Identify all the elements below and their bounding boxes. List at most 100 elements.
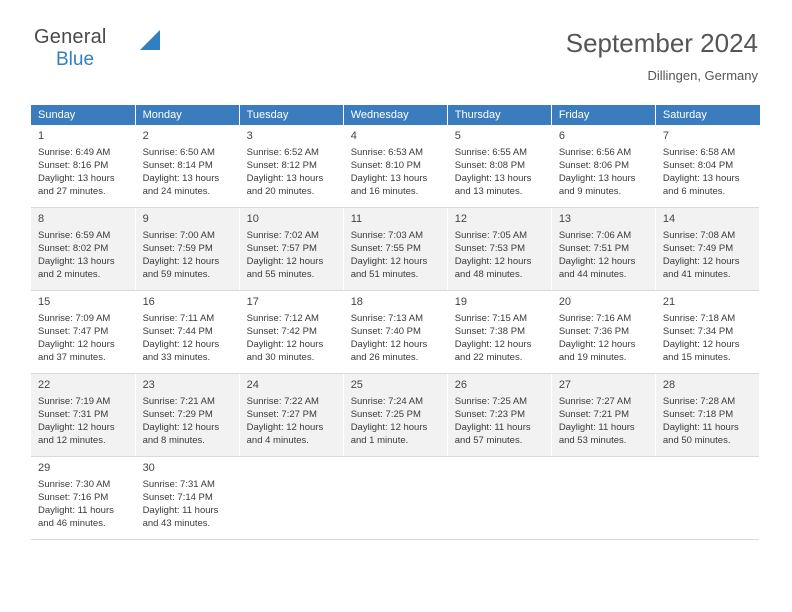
calendar-day-cell[interactable]: 5 Sunrise: 6:55 AM Sunset: 8:08 PM Daylight… xyxy=(447,125,552,207)
day-detail-line: Daylight: 12 hours xyxy=(142,339,220,350)
calendar-day-cell[interactable]: 8 Sunrise: 6:59 AM Sunset: 8:02 PM Daylight… xyxy=(31,208,136,290)
calendar-day-cell[interactable]: 24 Sunrise: 7:22 AM Sunset: 7:27 PM Dayligh… xyxy=(239,374,344,456)
calendar-day-cell[interactable]: 4 Sunrise: 6:53 AM Sunset: 8:10 PM Daylight… xyxy=(343,125,448,207)
day-detail-line: Daylight: 13 hours xyxy=(662,173,740,184)
day-detail-line: Sunset: 8:14 PM xyxy=(142,160,213,171)
day-cell-content: 12 Sunrise: 7:05 AM Sunset: 7:53 PM Dayligh… xyxy=(448,208,551,290)
weekday-header-sunday: Sunday xyxy=(31,105,136,125)
day-cell-content: 29 Sunrise: 7:30 AM Sunset: 7:16 PM Dayligh… xyxy=(31,457,135,539)
calendar-week-row: 15 Sunrise: 7:09 AM Sunset: 7:47 PM Dayligh… xyxy=(31,291,761,373)
day-detail-line: Sunrise: 6:58 AM xyxy=(662,147,736,158)
day-detail-line: Daylight: 11 hours xyxy=(38,505,114,516)
calendar-day-cell[interactable]: 29 Sunrise: 7:30 AM Sunset: 7:16 PM Dayligh… xyxy=(31,457,136,539)
calendar-day-cell[interactable]: 27 Sunrise: 7:27 AM Sunset: 7:21 PM Dayligh… xyxy=(551,374,656,456)
location-label: Dillingen, Germany xyxy=(647,68,758,83)
calendar-body: 1 Sunrise: 6:49 AM Sunset: 8:16 PM Daylight… xyxy=(31,125,761,540)
calendar-day-cell[interactable]: 3 Sunrise: 6:52 AM Sunset: 8:12 PM Daylight… xyxy=(239,125,344,207)
calendar-day-cell[interactable]: 7 Sunrise: 6:58 AM Sunset: 8:04 PM Daylight… xyxy=(655,125,761,207)
day-number: 21 xyxy=(662,296,676,308)
calendar-day-cell[interactable]: 30 Sunrise: 7:31 AM Sunset: 7:14 PM Dayligh… xyxy=(135,457,240,539)
day-cell-content: 18 Sunrise: 7:13 AM Sunset: 7:40 PM Dayligh… xyxy=(344,291,447,373)
day-number: 10 xyxy=(246,213,259,225)
day-detail-line: Sunset: 7:44 PM xyxy=(142,326,213,337)
day-detail-line: Sunset: 8:12 PM xyxy=(246,160,317,171)
calendar-day-cell[interactable]: 23 Sunrise: 7:21 AM Sunset: 7:29 PM Dayligh… xyxy=(135,374,240,456)
page-title: September 2024 xyxy=(565,28,758,58)
page-header: General Blue September 2024 Dillingen, G… xyxy=(34,26,758,96)
calendar-day-cell[interactable]: 9 Sunrise: 7:00 AM Sunset: 7:59 PM Daylight… xyxy=(135,208,240,290)
calendar-day-cell[interactable]: 2 Sunrise: 6:50 AM Sunset: 8:14 PM Daylight… xyxy=(135,125,240,207)
calendar-day-cell[interactable]: 20 Sunrise: 7:16 AM Sunset: 7:36 PM Dayligh… xyxy=(551,291,656,373)
day-detail-line: and 33 minutes. xyxy=(142,352,211,363)
day-cell-content: 27 Sunrise: 7:27 AM Sunset: 7:21 PM Dayligh… xyxy=(552,374,655,456)
calendar-day-cell[interactable]: 25 Sunrise: 7:24 AM Sunset: 7:25 PM Dayligh… xyxy=(343,374,448,456)
day-cell-content: 5 Sunrise: 6:55 AM Sunset: 8:08 PM Daylight… xyxy=(448,125,551,207)
day-detail-line: and 27 minutes. xyxy=(38,186,106,197)
day-number: 15 xyxy=(38,296,51,308)
calendar-day-cell[interactable]: 12 Sunrise: 7:05 AM Sunset: 7:53 PM Dayligh… xyxy=(447,208,552,290)
day-detail-line: Sunset: 7:14 PM xyxy=(142,492,213,503)
day-detail-line: Sunrise: 6:50 AM xyxy=(142,147,215,158)
day-number: 29 xyxy=(38,462,51,474)
day-detail-line: Sunset: 7:27 PM xyxy=(246,409,317,420)
day-number: 22 xyxy=(38,379,51,391)
day-detail-line: Daylight: 11 hours xyxy=(558,422,635,433)
brand-name-general: General xyxy=(34,26,107,48)
day-detail-line: Daylight: 13 hours xyxy=(246,173,324,184)
day-detail-line: and 41 minutes. xyxy=(662,269,731,280)
day-cell-content xyxy=(448,457,551,539)
calendar-day-cell[interactable]: 1 Sunrise: 6:49 AM Sunset: 8:16 PM Daylight… xyxy=(31,125,136,207)
day-detail-line: Sunset: 7:18 PM xyxy=(662,409,734,420)
day-detail-line: and 1 minute. xyxy=(350,435,409,446)
day-detail-line: Daylight: 13 hours xyxy=(38,256,115,267)
calendar-day-cell[interactable]: 21 Sunrise: 7:18 AM Sunset: 7:34 PM Dayligh… xyxy=(655,291,761,373)
calendar-day-cell[interactable]: 16 Sunrise: 7:11 AM Sunset: 7:44 PM Dayligh… xyxy=(135,291,240,373)
day-cell-content: 16 Sunrise: 7:11 AM Sunset: 7:44 PM Dayligh… xyxy=(136,291,239,373)
calendar-day-cell[interactable]: 15 Sunrise: 7:09 AM Sunset: 7:47 PM Dayligh… xyxy=(31,291,136,373)
calendar-day-cell[interactable]: 10 Sunrise: 7:02 AM Sunset: 7:57 PM Dayligh… xyxy=(239,208,344,290)
calendar-day-cell[interactable]: 14 Sunrise: 7:08 AM Sunset: 7:49 PM Dayligh… xyxy=(655,208,761,290)
day-cell-content: 19 Sunrise: 7:15 AM Sunset: 7:38 PM Dayligh… xyxy=(448,291,551,373)
calendar-day-cell[interactable]: 19 Sunrise: 7:15 AM Sunset: 7:38 PM Dayligh… xyxy=(447,291,552,373)
day-detail-line: Sunrise: 7:13 AM xyxy=(350,313,424,324)
day-detail-line: Sunset: 7:57 PM xyxy=(246,243,317,254)
day-detail-line: Sunrise: 7:28 AM xyxy=(662,396,736,407)
weekday-header-tuesday: Tuesday xyxy=(239,105,344,125)
day-detail-line: Daylight: 13 hours xyxy=(558,173,636,184)
day-number: 6 xyxy=(558,130,565,142)
day-cell-content: 20 Sunrise: 7:16 AM Sunset: 7:36 PM Dayligh… xyxy=(552,291,655,373)
day-detail-line: Sunrise: 6:49 AM xyxy=(38,147,111,158)
calendar-day-cell[interactable]: 18 Sunrise: 7:13 AM Sunset: 7:40 PM Dayligh… xyxy=(343,291,448,373)
day-detail-line: Sunrise: 7:21 AM xyxy=(142,396,215,407)
calendar-day-cell[interactable]: 17 Sunrise: 7:12 AM Sunset: 7:42 PM Dayligh… xyxy=(239,291,344,373)
calendar-day-cell[interactable]: 13 Sunrise: 7:06 AM Sunset: 7:51 PM Dayligh… xyxy=(551,208,656,290)
day-number: 13 xyxy=(558,213,572,225)
day-detail-line: Sunrise: 7:30 AM xyxy=(38,479,111,490)
day-detail-line: Sunset: 7:49 PM xyxy=(662,243,734,254)
calendar-week-row: 1 Sunrise: 6:49 AM Sunset: 8:16 PM Daylight… xyxy=(31,125,761,207)
day-detail-line: Sunrise: 6:53 AM xyxy=(350,147,424,158)
day-cell-content: 2 Sunrise: 6:50 AM Sunset: 8:14 PM Daylight… xyxy=(136,125,239,207)
day-detail-line: Sunset: 7:53 PM xyxy=(454,243,525,254)
day-detail-line: Sunrise: 7:16 AM xyxy=(558,313,632,324)
day-cell-content: 9 Sunrise: 7:00 AM Sunset: 7:59 PM Daylight… xyxy=(136,208,239,290)
day-cell-content: 14 Sunrise: 7:08 AM Sunset: 7:49 PM Dayligh… xyxy=(656,208,759,290)
week-separator-line xyxy=(31,539,760,540)
calendar-day-cell[interactable]: 11 Sunrise: 7:03 AM Sunset: 7:55 PM Dayligh… xyxy=(343,208,448,290)
day-detail-line: Daylight: 12 hours xyxy=(662,339,740,350)
day-detail-line: and 8 minutes. xyxy=(142,435,205,446)
calendar-day-cell[interactable]: 6 Sunrise: 6:56 AM Sunset: 8:06 PM Daylight… xyxy=(551,125,656,207)
day-detail-line: Sunrise: 7:22 AM xyxy=(246,396,319,407)
day-detail-line: Sunset: 7:25 PM xyxy=(350,409,421,420)
day-number: 23 xyxy=(142,379,155,391)
calendar-day-cell[interactable]: 22 Sunrise: 7:19 AM Sunset: 7:31 PM Dayligh… xyxy=(31,374,136,456)
calendar-day-cell[interactable]: 28 Sunrise: 7:28 AM Sunset: 7:18 PM Dayligh… xyxy=(655,374,761,456)
calendar-week-row: 29 Sunrise: 7:30 AM Sunset: 7:16 PM Dayligh… xyxy=(31,457,761,539)
day-detail-line: Sunrise: 6:59 AM xyxy=(38,230,111,241)
calendar-day-cell[interactable]: 26 Sunrise: 7:25 AM Sunset: 7:23 PM Dayligh… xyxy=(447,374,552,456)
day-detail-line: Sunrise: 6:52 AM xyxy=(246,147,319,158)
calendar-empty-cell xyxy=(551,457,656,539)
day-detail-line: Sunrise: 7:06 AM xyxy=(558,230,632,241)
weekday-header-saturday: Saturday xyxy=(655,105,760,125)
day-number: 9 xyxy=(142,213,149,225)
